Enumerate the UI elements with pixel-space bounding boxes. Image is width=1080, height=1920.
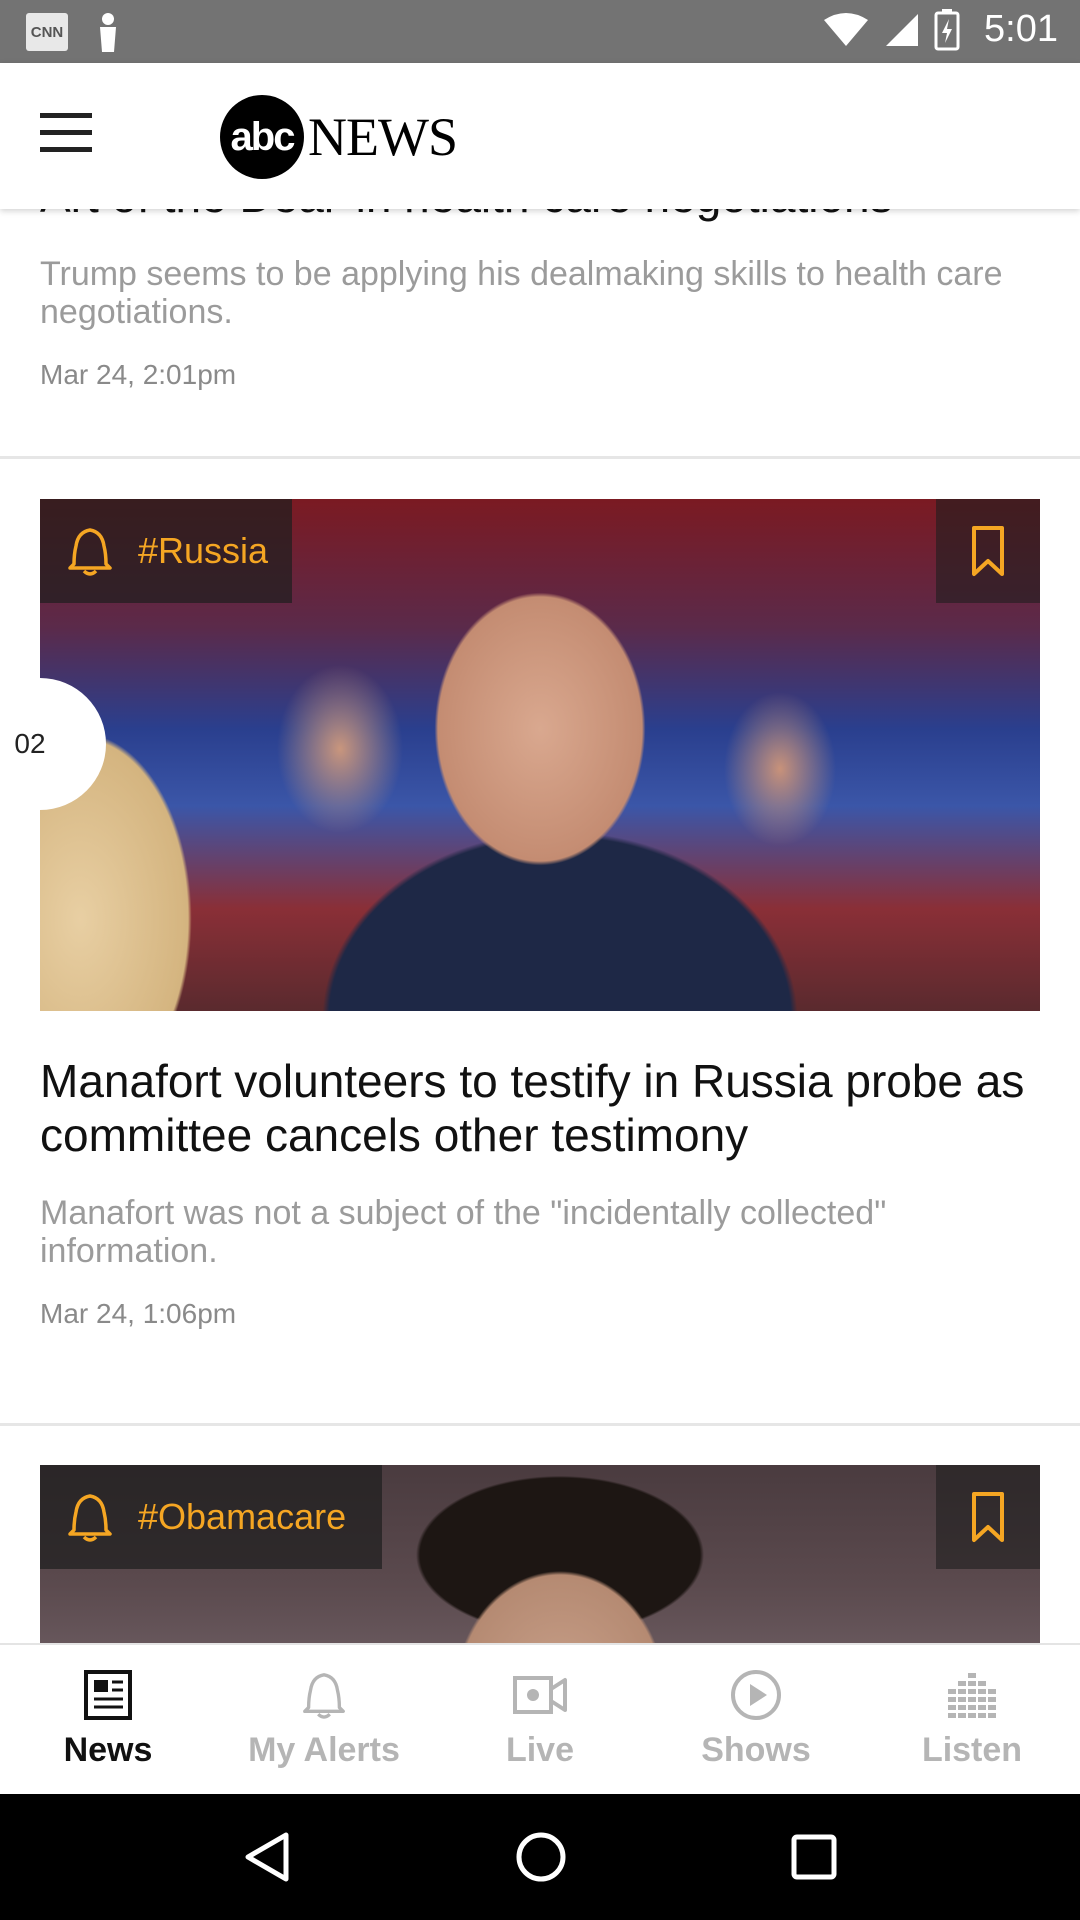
home-icon[interactable] (515, 1831, 567, 1883)
bell-icon (68, 528, 112, 576)
rank-number: 02 (14, 728, 46, 759)
story-date: Mar 24, 1:06pm (40, 1298, 237, 1329)
nav-label: News (63, 1731, 153, 1769)
back-icon[interactable] (242, 1831, 292, 1883)
nav-label: My Alerts (248, 1731, 400, 1769)
story-image[interactable]: #Obamacare (40, 1465, 1040, 1643)
topic-label: #Russia (138, 530, 269, 571)
nav-news[interactable]: News (0, 1645, 216, 1796)
story-title: Art of the Deal' in health care negotiat… (40, 209, 1040, 223)
cnn-notification-icon: CNN (26, 13, 68, 51)
abc-news-logo[interactable]: abc NEWS (220, 95, 458, 179)
battery-charging-icon (934, 8, 960, 50)
video-camera-icon (513, 1676, 567, 1714)
person-notification-icon (100, 13, 116, 52)
bell-icon (303, 1673, 345, 1719)
status-notifications: CNN (26, 12, 120, 52)
system-nav-bar (0, 1794, 1080, 1920)
nav-shows[interactable]: Shows (648, 1645, 864, 1796)
story-date: Mar 24, 2:01pm (40, 359, 237, 390)
menu-button[interactable] (40, 113, 100, 159)
story-title: Manafort volunteers to testify in Russia… (40, 1055, 1025, 1161)
status-time: 5:01 (984, 8, 1058, 50)
nav-label: Live (505, 1731, 575, 1769)
wifi-icon (824, 12, 869, 46)
bookmark-button[interactable] (936, 1465, 1040, 1569)
nav-listen[interactable]: Listen (864, 1645, 1080, 1796)
app-header: abc NEWS (0, 63, 1080, 209)
bookmark-button[interactable] (936, 499, 1040, 603)
newspaper-icon (84, 1670, 132, 1720)
bookmark-icon (972, 526, 1004, 576)
story-card[interactable]: Art of the Deal' in health care negotiat… (0, 209, 1080, 391)
play-circle-icon (731, 1670, 781, 1720)
bookmark-icon (972, 1492, 1004, 1542)
nav-live[interactable]: Live (432, 1645, 648, 1796)
story-image[interactable]: #Russia (40, 499, 1040, 1011)
topic-follow-button[interactable]: #Russia (40, 499, 293, 603)
bell-icon (68, 1494, 112, 1542)
recents-icon[interactable] (790, 1833, 838, 1881)
story-summary: Trump seems to be applying his dealmakin… (40, 255, 1003, 331)
story-summary: Manafort was not a subject of the "incid… (40, 1194, 887, 1270)
menu-icon (40, 113, 92, 118)
logo-text: NEWS (308, 107, 458, 167)
topic-label: #Obamacare (138, 1496, 347, 1537)
status-bar: CNN 5:01 (0, 0, 1080, 63)
equalizer-icon (948, 1673, 996, 1718)
bottom-nav: News My Alerts Live Shows Listen (0, 1643, 1080, 1796)
cell-signal-icon (886, 13, 919, 46)
logo-circle: abc (220, 95, 304, 179)
nav-label: Listen (921, 1731, 1023, 1769)
topic-follow-button[interactable]: #Obamacare (40, 1465, 382, 1569)
news-feed[interactable]: Art of the Deal' in health care negotiat… (0, 209, 1080, 1643)
nav-my-alerts[interactable]: My Alerts (216, 1645, 432, 1796)
nav-label: Shows (701, 1731, 811, 1769)
divider (0, 456, 1080, 459)
status-indicators: 5:01 (822, 8, 1058, 51)
divider (0, 1423, 1080, 1426)
